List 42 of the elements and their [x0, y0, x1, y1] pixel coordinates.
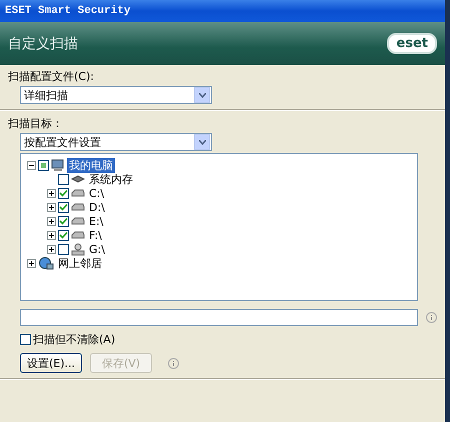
profile-dropdown[interactable]: 详细扫描 [20, 86, 212, 104]
expand-icon[interactable] [47, 202, 56, 212]
expand-icon[interactable] [47, 244, 56, 254]
page-title: 自定义扫描 [8, 34, 78, 52]
drive-icon [71, 203, 85, 211]
expand-icon[interactable] [47, 216, 56, 226]
computer-icon [51, 158, 65, 172]
tree-item[interactable]: F:\ [87, 228, 104, 242]
drive-icon [71, 231, 85, 239]
collapse-icon[interactable] [27, 160, 36, 170]
targets-label: 扫描目标： [8, 116, 64, 131]
expand-icon[interactable] [47, 230, 56, 240]
tree-item[interactable]: 系统内存 [87, 172, 135, 186]
checkbox[interactable] [58, 216, 69, 226]
drive-icon [71, 217, 85, 225]
tree-item[interactable]: C:\ [87, 186, 106, 200]
settings-button[interactable]: 设置(E)... [20, 353, 82, 373]
checkbox[interactable] [58, 174, 69, 184]
checkbox[interactable] [58, 188, 69, 198]
targets-dropdown[interactable]: 按配置文件设置 [20, 133, 212, 151]
tree-item[interactable]: G:\ [87, 242, 107, 256]
tree-item[interactable]: D:\ [87, 200, 107, 214]
checkbox-label: 扫描但不清除(A) [33, 332, 116, 347]
path-field[interactable] [20, 309, 418, 326]
checkbox[interactable] [38, 160, 49, 170]
window-title: ESET Smart Security [5, 5, 130, 17]
checkbox[interactable] [58, 230, 69, 240]
profile-label: 扫描配置文件(C): [8, 69, 95, 84]
info-icon[interactable] [168, 358, 179, 368]
expand-icon[interactable] [47, 188, 56, 198]
info-icon[interactable] [426, 312, 437, 323]
tree-item[interactable]: 网上邻居 [56, 256, 104, 270]
checkbox[interactable] [20, 334, 31, 345]
checkbox[interactable] [58, 244, 69, 254]
checkbox[interactable] [58, 202, 69, 212]
tree-item[interactable]: 我的电脑 [67, 158, 115, 172]
drive-icon [71, 189, 85, 197]
network-icon [38, 256, 54, 270]
logo: eset [387, 33, 437, 54]
expand-icon[interactable] [27, 258, 36, 268]
tree-item[interactable]: E:\ [87, 214, 106, 228]
user-drive-icon [71, 242, 85, 256]
